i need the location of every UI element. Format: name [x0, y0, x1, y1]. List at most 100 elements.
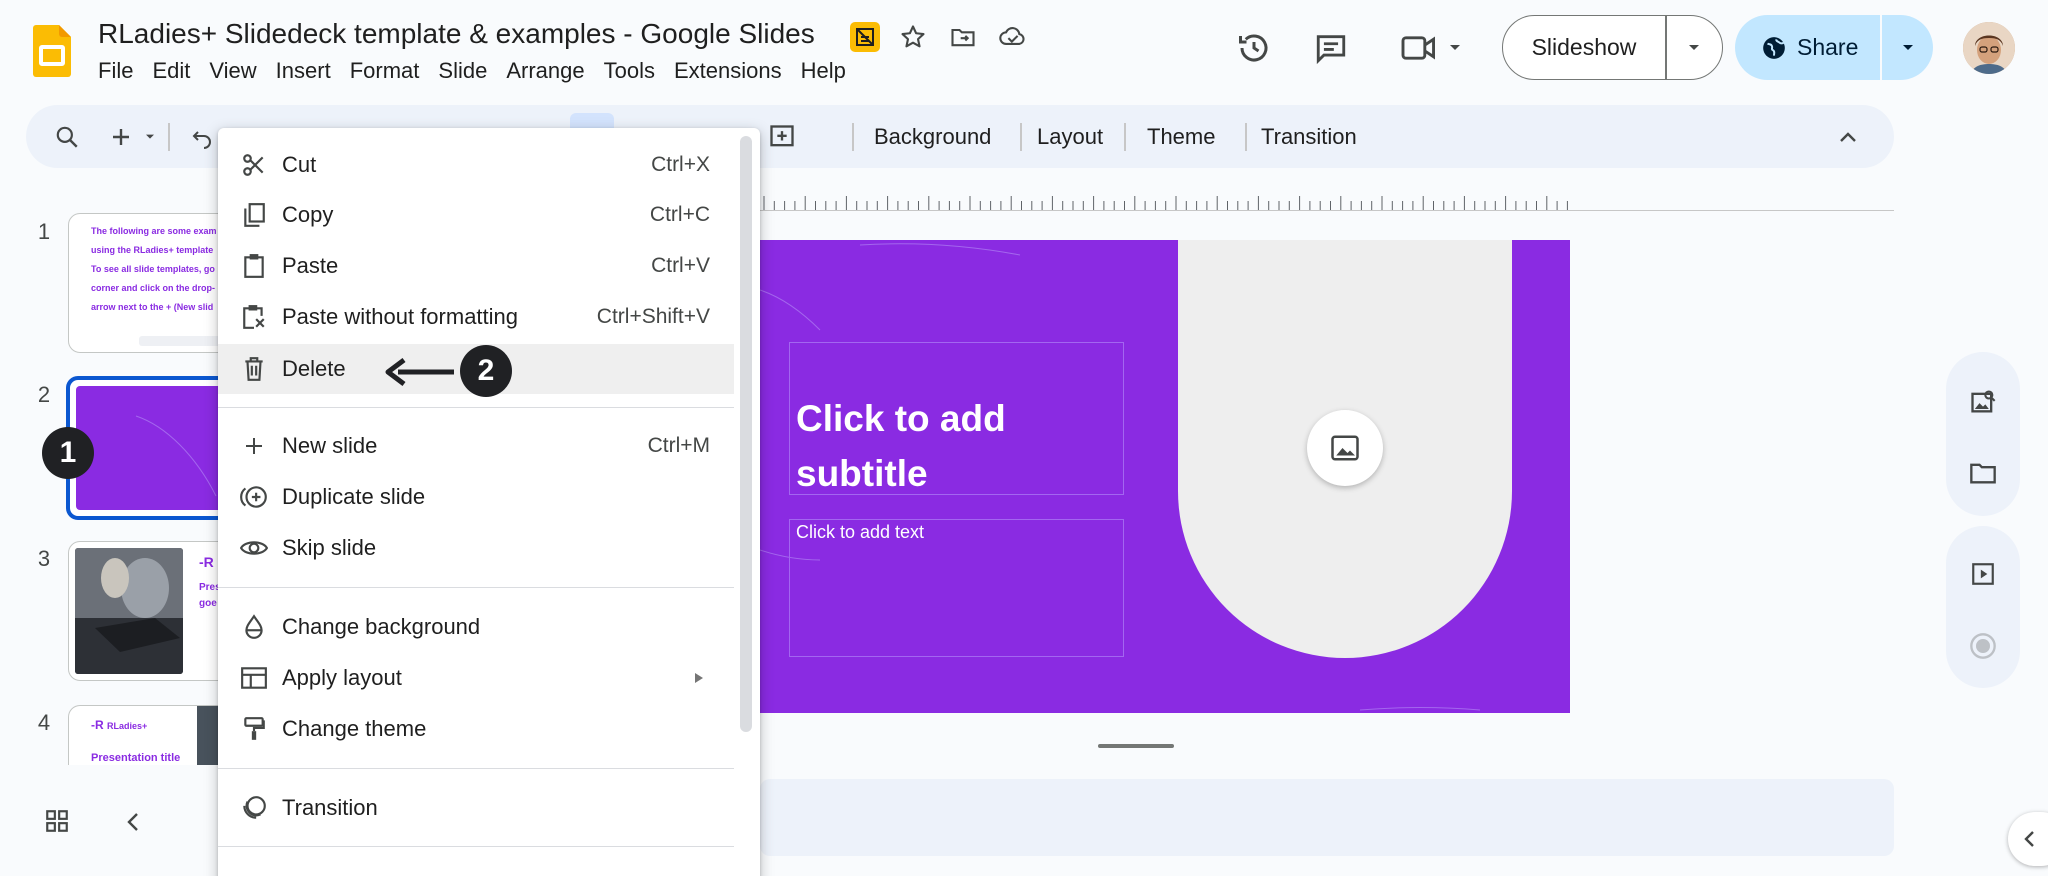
menu-item-shortcut: Ctrl+Shift+V [596, 305, 710, 328]
menu-tools[interactable]: Tools [604, 58, 666, 84]
speaker-notes-area[interactable] [760, 779, 1894, 856]
toolbar-divider [168, 123, 170, 151]
chevron-up-icon [1840, 131, 1856, 142]
chevron-left-icon [2024, 831, 2034, 847]
annotation-arrow [384, 354, 456, 390]
menu-item-copy[interactable]: Copy Ctrl+C [218, 190, 734, 240]
menu-item-label: Change background [282, 614, 481, 639]
slide-thumbnail-1[interactable]: The following are some exam using the RL… [68, 213, 238, 353]
subtitle-text: Click to add subtitle [796, 398, 1006, 494]
menu-item-paste-without-formatting[interactable]: Paste without formatting Ctrl+Shift+V [218, 292, 734, 342]
new-slide-button[interactable] [110, 105, 156, 168]
menu-item-apply-layout[interactable]: Apply layout [218, 653, 734, 703]
menu-divider [218, 407, 734, 408]
menu-scrollbar[interactable] [740, 136, 752, 732]
menu-slide[interactable]: Slide [438, 58, 498, 84]
menu-insert[interactable]: Insert [276, 58, 342, 84]
menu-item-change-background[interactable]: Change background [218, 602, 734, 652]
menu-item-new-slide[interactable]: New slide Ctrl+M [218, 421, 734, 471]
meet-button[interactable] [1400, 32, 1462, 64]
share-main[interactable]: Share [1735, 34, 1880, 61]
version-history-icon[interactable] [1236, 30, 1272, 66]
menu-item-change-theme[interactable]: Change theme [218, 704, 734, 754]
fill-drop-icon [236, 614, 272, 640]
menu-item-cut[interactable]: Cut Ctrl+X [218, 140, 734, 190]
menu-file[interactable]: File [98, 58, 144, 84]
thumb-line: arrow next to the + (New slid [91, 302, 214, 312]
thumb-line: corner and click on the drop- [91, 283, 216, 293]
clipboard-plain-icon [236, 304, 272, 330]
collapse-filmstrip-icon[interactable] [124, 810, 142, 834]
slides-logo[interactable] [33, 25, 71, 77]
menu-edit[interactable]: Edit [152, 58, 201, 84]
share-button[interactable]: Share [1735, 15, 1933, 80]
share-dropdown[interactable] [1882, 43, 1933, 53]
image-search-icon[interactable] [1965, 384, 2001, 420]
slideshow-button[interactable]: Slideshow [1502, 15, 1723, 80]
menu-item-label: Copy [282, 202, 334, 227]
thumb-toolbar-graphic [139, 336, 229, 346]
document-title[interactable]: RLadies+ Slidedeck template & examples -… [98, 18, 815, 50]
menu-item-transition[interactable]: Transition [218, 783, 734, 833]
menu-item-label: Change theme [282, 716, 427, 741]
insert-image-button[interactable] [1307, 410, 1383, 486]
menu-help[interactable]: Help [801, 58, 857, 84]
video-camera-icon [1401, 36, 1435, 60]
grid-view-icon[interactable] [44, 808, 70, 834]
menu-extensions[interactable]: Extensions [674, 58, 793, 84]
menu-item-label: Skip slide [282, 535, 377, 560]
clipboard-icon [236, 253, 272, 279]
thumb-purple-fill [76, 386, 230, 510]
subtitle-placeholder[interactable]: Click to add subtitle [789, 342, 1124, 495]
thumb-line: using the RLadies+ template [91, 245, 214, 255]
slide-thumbnail-4[interactable]: -R RLadies+ Presentation title [68, 705, 238, 765]
menu-format[interactable]: Format [350, 58, 431, 84]
menu-view[interactable]: View [209, 58, 267, 84]
menu-item-label: Transition [282, 795, 378, 820]
play-slide-icon[interactable] [1965, 556, 2001, 592]
chevron-down-icon [1689, 44, 1700, 50]
slide-thumbnail-3[interactable]: -R Pres goe [68, 541, 238, 681]
collapse-toolbar-button[interactable] [1838, 105, 1858, 168]
folder-icon[interactable] [1965, 455, 2001, 491]
theme-button[interactable]: Theme [1147, 105, 1215, 168]
search-menus-button[interactable] [54, 105, 80, 168]
text-placeholder[interactable]: Click to add text [789, 519, 1124, 657]
notes-resize-handle[interactable] [1098, 744, 1174, 748]
toolbar-divider [852, 123, 854, 151]
chevron-down-icon [146, 134, 154, 139]
slide-number: 2 [37, 382, 51, 407]
comment-insert-button[interactable] [768, 105, 796, 168]
menu-arrange[interactable]: Arrange [506, 58, 595, 84]
menu-item-skip-slide[interactable]: Skip slide [218, 523, 734, 573]
menu-item-label: New slide [282, 433, 378, 458]
menu-divider [218, 587, 734, 588]
paint-roller-icon [236, 716, 272, 742]
move-folder-icon[interactable] [946, 20, 980, 54]
cloud-status-icon[interactable] [996, 20, 1030, 54]
thumb-line: To see all slide templates, go [91, 264, 215, 274]
thumb-brand: -R RLadies+ [91, 718, 148, 732]
slides-badge-icon[interactable] [850, 22, 880, 52]
slide-number: 1 [37, 219, 51, 244]
scissors-icon [236, 152, 272, 178]
eye-icon [236, 537, 272, 559]
menu-divider [218, 768, 734, 769]
slideshow-dropdown[interactable] [1667, 43, 1723, 53]
star-icon[interactable] [896, 20, 930, 54]
menu-item-duplicate-slide[interactable]: Duplicate slide [218, 472, 734, 522]
comments-icon[interactable] [1313, 31, 1349, 65]
background-button[interactable]: Background [874, 105, 991, 168]
image-icon [1331, 435, 1359, 461]
layout-button[interactable]: Layout [1037, 105, 1103, 168]
plus-icon [236, 436, 272, 456]
transition-button[interactable]: Transition [1261, 105, 1357, 168]
expand-side-panel-button[interactable] [2008, 812, 2048, 866]
undo-button[interactable] [190, 105, 214, 168]
account-avatar[interactable] [1963, 22, 2015, 74]
chevron-down-icon [1450, 45, 1460, 50]
slideshow-label[interactable]: Slideshow [1503, 34, 1665, 61]
menu-item-paste[interactable]: Paste Ctrl+V [218, 241, 734, 291]
menubar: File Edit View Insert Format Slide Arran… [98, 58, 865, 84]
record-icon[interactable] [1965, 628, 2001, 664]
